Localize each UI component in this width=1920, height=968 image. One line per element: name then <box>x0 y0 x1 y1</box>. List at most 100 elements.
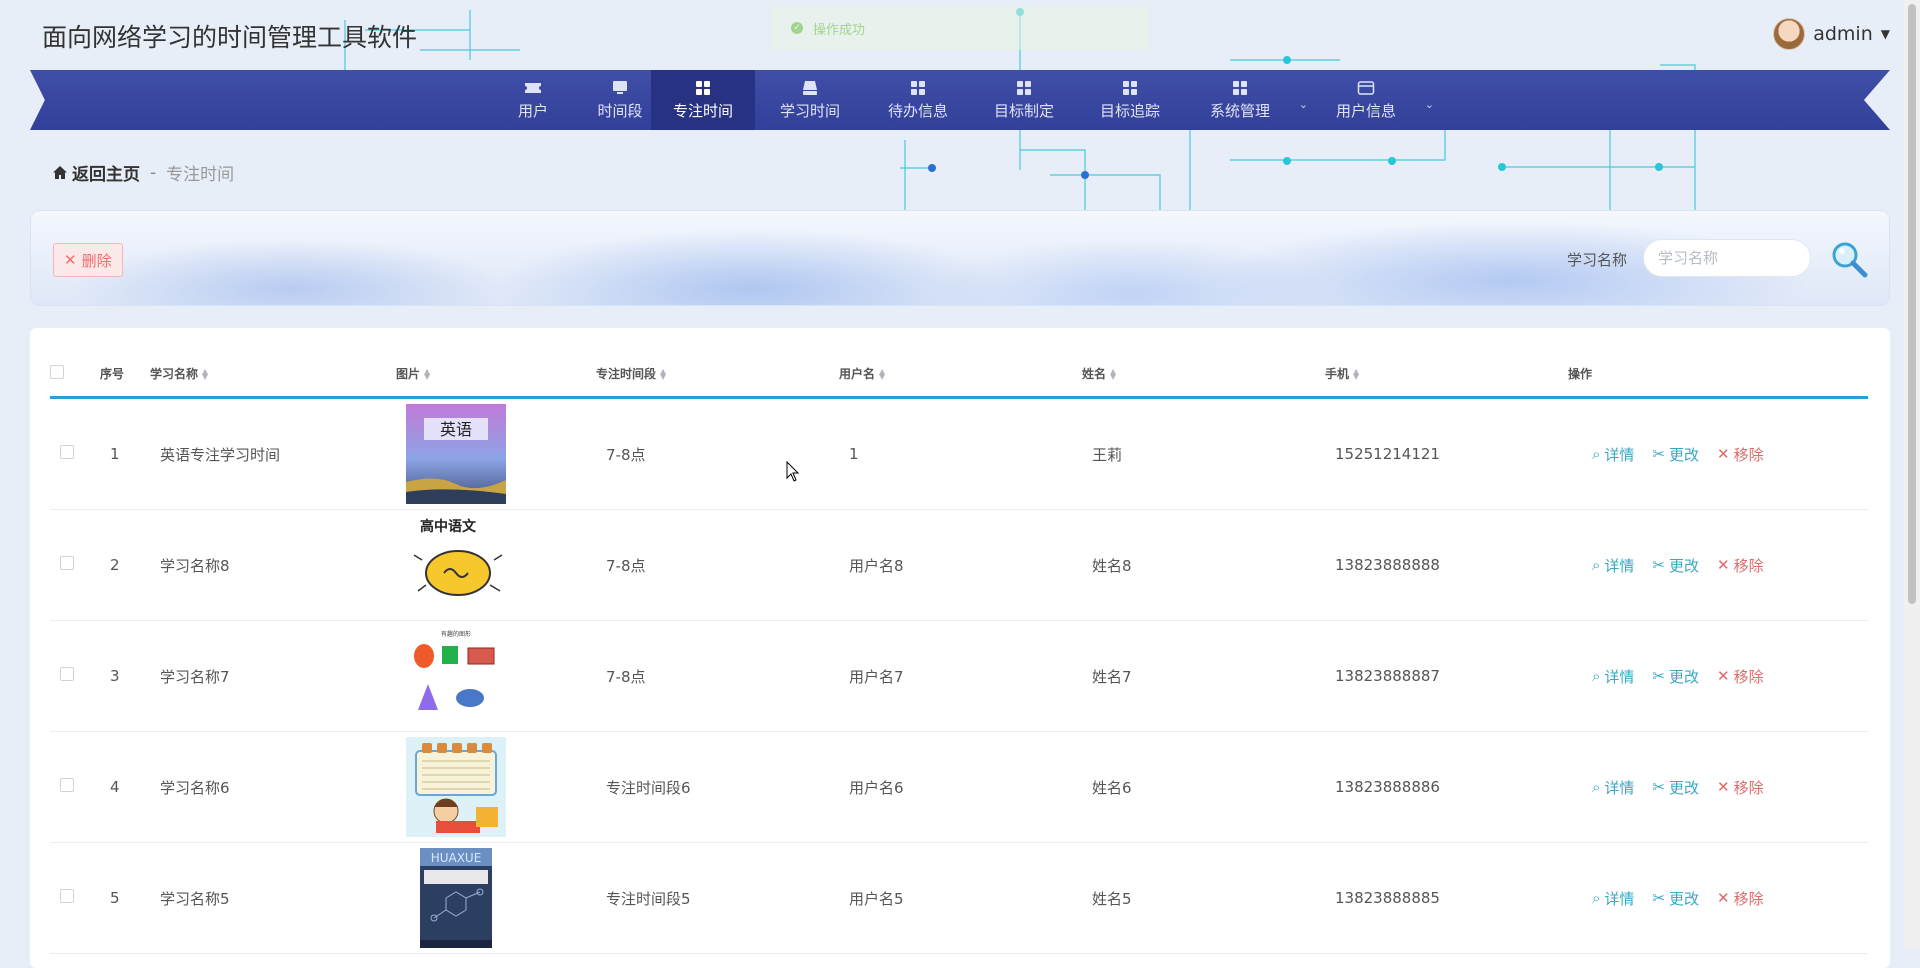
page-scrollbar[interactable] <box>1904 0 1920 948</box>
close-icon: ✕ <box>1717 667 1730 685</box>
row-period: 专注时间段6 <box>596 731 839 843</box>
row-checkbox[interactable] <box>60 445 74 459</box>
edit-button[interactable]: ✂ 更改 <box>1652 666 1699 687</box>
col-period-header[interactable]: 专注时间段 ▲ ▼ <box>596 350 839 399</box>
row-username: 1 <box>839 397 1082 510</box>
row-phone: 13823888888 <box>1325 509 1568 621</box>
remove-button[interactable]: ✕ 移除 <box>1717 777 1764 798</box>
row-username: 用户名7 <box>839 620 1082 732</box>
search-icon[interactable] <box>1829 239 1869 279</box>
edit-button[interactable]: ✂ 更改 <box>1652 444 1699 465</box>
user-menu[interactable]: admin ▼ <box>1773 18 1890 50</box>
col-realname-header[interactable]: 姓名 ▲ ▼ <box>1082 350 1325 399</box>
edit-button[interactable]: ✂ 更改 <box>1652 777 1699 798</box>
edit-button[interactable]: ✂ 更改 <box>1652 555 1699 576</box>
nav-item-goal-setting[interactable]: 目标制定 <box>972 70 1076 130</box>
box-icon <box>803 80 817 95</box>
nav-item-label: 目标制定 <box>993 101 1054 120</box>
row-checkbox[interactable] <box>60 889 74 903</box>
select-all-header <box>50 350 100 399</box>
nav-item-todo[interactable]: 待办信息 <box>866 70 970 130</box>
nav-item-users[interactable]: 用户 <box>498 70 568 130</box>
nav-item-goal-tracking[interactable]: 目标追踪 <box>1078 70 1182 130</box>
close-icon: ✕ <box>1717 556 1730 574</box>
nav-item-label: 待办信息 <box>887 101 948 120</box>
nav-item-label: 学习时间 <box>779 101 840 120</box>
detail-icon: ⌕ <box>1592 778 1601 796</box>
sort-icon[interactable]: ▲ ▼ <box>202 368 208 381</box>
delete-button[interactable]: ✕ 删除 <box>53 243 123 277</box>
row-study-name: 学习名称7 <box>150 620 396 732</box>
row-checkbox[interactable] <box>60 556 74 570</box>
detail-button[interactable]: ⌕ 详情 <box>1592 666 1634 687</box>
row-realname: 姓名6 <box>1082 731 1325 843</box>
row-study-name: 学习名称6 <box>150 731 396 843</box>
scissors-icon: ✂ <box>1652 445 1665 463</box>
detail-button[interactable]: ⌕ 详情 <box>1592 444 1634 465</box>
detail-button[interactable]: ⌕ 详情 <box>1592 888 1634 909</box>
svg-text:英语: 英语 <box>440 420 472 439</box>
table-row[interactable]: 5 学习名称5 HUAXUE 专注时间段5 用户名5 姓名5 138238888… <box>50 842 1868 954</box>
svg-text:高中语文: 高中语文 <box>420 518 477 535</box>
close-icon: ✕ <box>1717 889 1730 907</box>
sort-icon[interactable]: ▲ ▼ <box>424 368 430 381</box>
row-image: HUAXUE <box>396 842 596 954</box>
detail-button[interactable]: ⌕ 详情 <box>1592 555 1634 576</box>
remove-button[interactable]: ✕ 移除 <box>1717 555 1764 576</box>
breadcrumb-current: 专注时间 <box>166 165 235 185</box>
row-actions: ⌕ 详情 ✂ 更改 ✕ 移除 <box>1568 620 1868 732</box>
row-checkbox[interactable] <box>60 667 74 681</box>
row-username: 用户名6 <box>839 731 1082 843</box>
sort-icon[interactable]: ▲ ▼ <box>879 368 885 381</box>
sort-icon[interactable]: ▲ ▼ <box>1110 368 1116 381</box>
grid-icon <box>696 80 710 95</box>
select-all-checkbox[interactable] <box>50 364 64 379</box>
close-icon: ✕ <box>1717 445 1730 463</box>
search-input[interactable] <box>1643 239 1811 277</box>
col-image-header[interactable]: 图片 ▲ ▼ <box>396 350 596 399</box>
row-image: 英语 <box>396 397 596 510</box>
grid-icon <box>1123 80 1137 95</box>
nav-item-user-info[interactable]: 用户信息 ⌄ <box>1314 70 1434 130</box>
remove-button[interactable]: ✕ 移除 <box>1717 444 1764 465</box>
card-icon <box>1357 80 1375 95</box>
row-actions: ⌕ 详情 ✂ 更改 ✕ 移除 <box>1568 731 1868 843</box>
mouse-cursor-icon <box>786 461 800 482</box>
col-name-header[interactable]: 学习名称 ▲ ▼ <box>150 350 396 399</box>
row-checkbox[interactable] <box>60 778 74 792</box>
home-icon <box>53 166 67 179</box>
sort-icon[interactable]: ▲ ▼ <box>1353 368 1359 381</box>
table-row[interactable]: 3 学习名称7 有趣的图形 7-8点 用户名7 姓名7 13823888887 … <box>50 620 1868 732</box>
nav-item-label: 目标追踪 <box>1099 101 1160 120</box>
row-realname: 姓名8 <box>1082 509 1325 621</box>
toast-text: 操作成功 <box>813 22 866 38</box>
grid-icon <box>911 80 925 95</box>
row-select-cell <box>50 509 100 621</box>
remove-button[interactable]: ✕ 移除 <box>1717 888 1764 909</box>
col-username-header[interactable]: 用户名 ▲ ▼ <box>839 350 1082 399</box>
row-phone: 13823888887 <box>1325 620 1568 732</box>
breadcrumb-home[interactable]: 返回主页 <box>52 160 140 185</box>
row-realname: 姓名5 <box>1082 842 1325 954</box>
check-circle-icon: ✓ <box>791 22 803 34</box>
scrollbar-thumb[interactable] <box>1908 4 1916 604</box>
detail-icon: ⌕ <box>1592 667 1601 685</box>
data-table-card: 序号 学习名称 ▲ ▼ 图片 ▲ ▼ 专注时间段 ▲ ▼ 用户名 ▲ ▼ 姓名 ▲ ▼ 手机 ▲ ▼ 操… <box>30 328 1890 968</box>
row-study-name: 英语专注学习时间 <box>150 397 396 510</box>
nav-item-system[interactable]: 系统管理 ⌄ <box>1188 70 1308 130</box>
col-phone-header[interactable]: 手机 ▲ ▼ <box>1325 350 1568 399</box>
edit-button[interactable]: ✂ 更改 <box>1652 888 1699 909</box>
table-row[interactable]: 1 英语专注学习时间 英语 7-8点 1 王莉 15251214121 ⌕ 详情 … <box>50 397 1868 510</box>
row-phone: 13823888886 <box>1325 731 1568 843</box>
table-row[interactable]: 2 学习名称8 高中语文 7-8点 用户名8 姓名8 13823888888 ⌕… <box>50 509 1868 621</box>
table-row[interactable]: 4 学习名称6 专注时间段6 用户名6 姓名6 13823888886 ⌕ 详情 … <box>50 731 1868 843</box>
row-study-name: 学习名称5 <box>150 842 396 954</box>
nav-item-label: 时间段 <box>597 101 643 120</box>
remove-button[interactable]: ✕ 移除 <box>1717 666 1764 687</box>
nav-item-study-time[interactable]: 学习时间 <box>760 70 860 130</box>
detail-icon: ⌕ <box>1592 556 1601 574</box>
nav-item-focus-time[interactable]: 专注时间 <box>651 70 755 130</box>
sort-icon[interactable]: ▲ ▼ <box>660 368 666 381</box>
chevron-down-icon: ⌄ <box>1424 98 1434 111</box>
detail-button[interactable]: ⌕ 详情 <box>1592 777 1634 798</box>
